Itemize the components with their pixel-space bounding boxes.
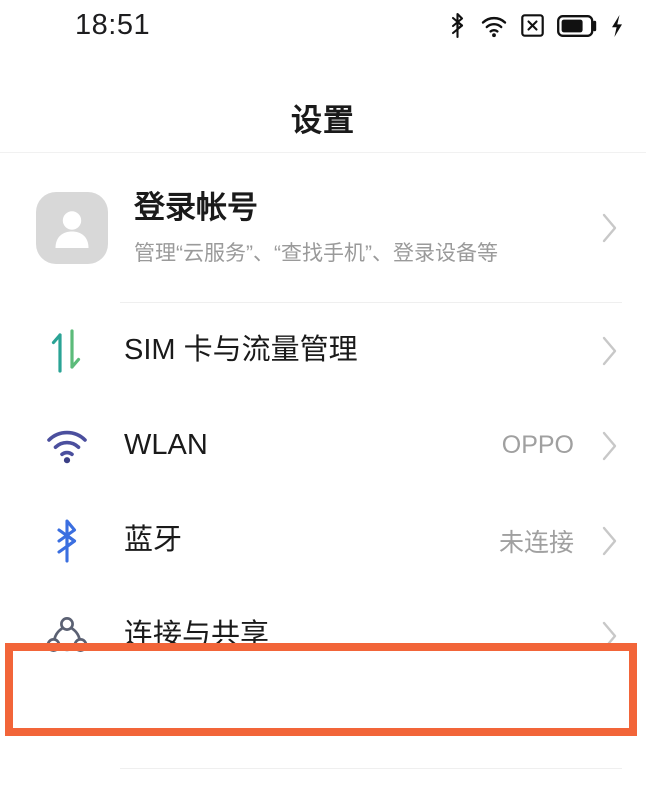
settings-list: 登录帐号 管理“云服务”、“查找手机”、登录设备等 SIM 卡与流量管理 WLA… — [0, 154, 646, 683]
account-row[interactable]: 登录帐号 管理“云服务”、“查找手机”、登录设备等 — [0, 154, 646, 302]
wifi-icon — [36, 427, 98, 465]
bluetooth-label: 蓝牙 — [124, 524, 183, 557]
chevron-right-icon[interactable] — [596, 525, 622, 557]
status-icon-group — [448, 12, 624, 39]
bluetooth-icon — [36, 518, 98, 564]
page-title: 设置 — [291, 102, 355, 138]
account-text: 登录帐号 管理“云服务”、“查找手机”、登录设备等 — [108, 189, 596, 267]
header-divider — [0, 152, 646, 153]
bluetooth-icon — [448, 12, 467, 39]
wifi-icon — [480, 14, 508, 38]
bluetooth-text: 蓝牙 — [98, 522, 499, 558]
sim-transfer-icon — [36, 328, 98, 374]
wlan-value: OPPO — [501, 431, 574, 459]
charging-bolt-icon — [610, 14, 624, 38]
chevron-right-icon[interactable] — [596, 335, 622, 367]
connection-sharing-row[interactable]: 连接与共享 — [0, 588, 646, 683]
chevron-right-icon[interactable] — [596, 620, 622, 652]
wlan-label: WLAN — [124, 429, 208, 462]
connection-share-icon — [36, 615, 98, 657]
settings-screen: 18:51 设置 登录帐号 管理“云服务”、“查找手机”、登录设备等 SIM 卡… — [0, 0, 646, 785]
wlan-text: WLAN — [98, 427, 502, 463]
battery-icon — [557, 14, 597, 37]
no-sim-icon — [521, 14, 544, 37]
status-clock: 18:51 — [75, 9, 151, 41]
chevron-right-icon[interactable] — [596, 212, 622, 244]
status-bar: 18:51 — [0, 0, 646, 56]
sim-label: SIM 卡与流量管理 — [124, 334, 358, 367]
sim-data-row[interactable]: SIM 卡与流量管理 — [0, 303, 646, 398]
account-label: 登录帐号 — [134, 190, 258, 226]
account-subtitle: 管理“云服务”、“查找手机”、登录设备等 — [134, 241, 498, 265]
connection-sharing-text: 连接与共享 — [98, 617, 574, 653]
page-header: 设置 — [0, 88, 646, 146]
chevron-right-icon[interactable] — [596, 430, 622, 462]
bottom-divider — [120, 768, 622, 769]
wlan-row[interactable]: WLAN OPPO — [0, 398, 646, 493]
sim-text: SIM 卡与流量管理 — [98, 332, 574, 368]
bluetooth-row[interactable]: 蓝牙 未连接 — [0, 493, 646, 588]
connection-sharing-label: 连接与共享 — [124, 619, 270, 652]
bluetooth-value: 未连接 — [498, 528, 574, 557]
person-avatar-icon — [36, 192, 108, 264]
